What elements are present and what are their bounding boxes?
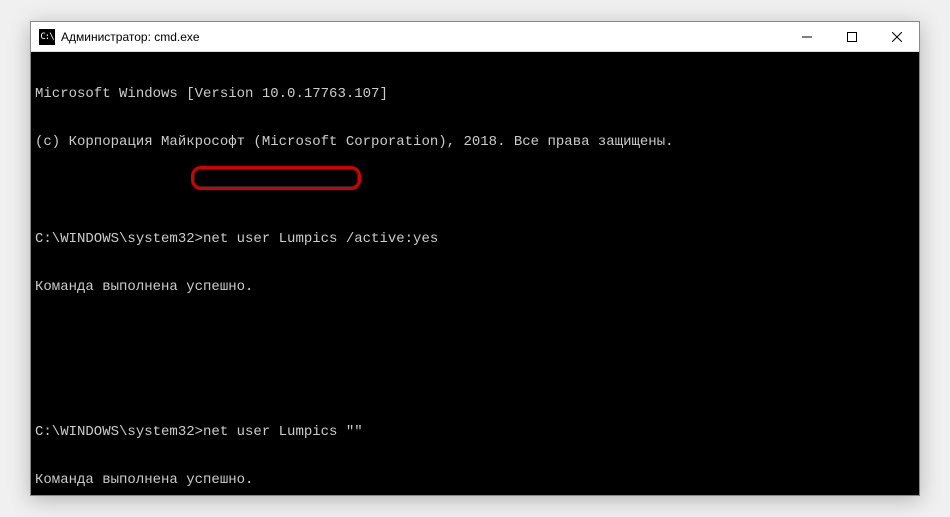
terminal-line: Команда выполнена успешно. [35, 279, 915, 295]
window-title: Администратор: cmd.exe [61, 30, 784, 44]
terminal-line: Microsoft Windows [Version 10.0.17763.10… [35, 86, 915, 102]
terminal-output[interactable]: Microsoft Windows [Version 10.0.17763.10… [31, 52, 919, 495]
terminal-line: C:\WINDOWS\system32>net user Lumpics "" [35, 424, 915, 440]
close-button[interactable] [874, 22, 919, 51]
maximize-button[interactable] [829, 22, 874, 51]
terminal-line: Команда выполнена успешно. [35, 472, 915, 488]
maximize-icon [847, 32, 857, 42]
terminal-line [35, 183, 915, 199]
titlebar[interactable]: C:\ Администратор: cmd.exe [31, 22, 919, 52]
minimize-button[interactable] [784, 22, 829, 51]
cmd-window: C:\ Администратор: cmd.exe Microsoft Win… [30, 21, 920, 496]
terminal-line: C:\WINDOWS\system32>net user Lumpics /ac… [35, 231, 915, 247]
terminal-line [35, 328, 915, 344]
close-icon [892, 32, 902, 42]
terminal-line [35, 376, 915, 392]
cmd-icon: C:\ [39, 29, 55, 45]
minimize-icon [802, 32, 812, 42]
terminal-line: (c) Корпорация Майкрософт (Microsoft Cor… [35, 134, 915, 150]
window-controls [784, 22, 919, 51]
